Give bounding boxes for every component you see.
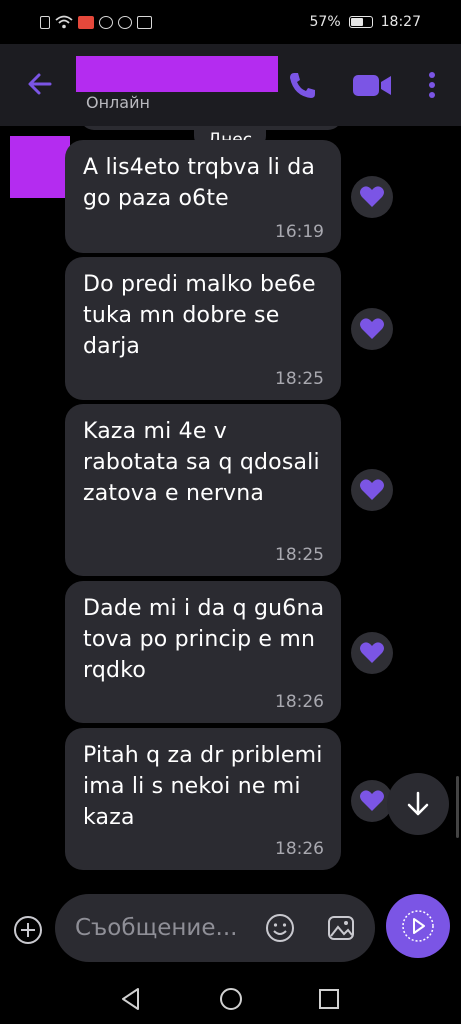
back-arrow-icon[interactable] [24, 68, 56, 100]
message-bubble[interactable]: Do predi malko be6e tuka mn dobre se dar… [65, 257, 341, 400]
video-camera-icon[interactable] [350, 68, 394, 102]
plus-icon[interactable] [12, 914, 44, 946]
status-bar: 57% 18:27 [0, 0, 461, 44]
message-input[interactable] [73, 914, 267, 942]
message-list[interactable]: Днес A lis4eto trqbva li da go paza o6te… [0, 126, 461, 882]
send-button[interactable] [386, 894, 450, 958]
nav-recents-icon[interactable] [316, 986, 342, 1012]
heart-icon [360, 479, 384, 500]
message-bubble[interactable]: Dade mi i da q gu6na tova po princip e m… [65, 581, 341, 723]
status-icons-left [0, 15, 152, 29]
viber-icon [99, 15, 113, 29]
notification-red-icon [78, 15, 94, 29]
message-text: Pitah q za dr priblemi ima li s nekoi ne… [83, 743, 323, 830]
contact-status: Онлайн [86, 93, 150, 112]
like-button[interactable] [351, 469, 393, 511]
avatar[interactable] [10, 136, 70, 198]
battery-percent: 57% [309, 14, 341, 30]
message-time: 18:25 [275, 545, 324, 565]
nav-back-icon[interactable] [118, 986, 144, 1012]
scroll-to-bottom-button[interactable] [387, 773, 449, 835]
chat-header: Онлайн [0, 44, 461, 126]
mail-icon [137, 15, 152, 29]
message-text: Kaza mi 4e v rabotata sa q qdosali zatov… [83, 419, 320, 506]
heart-icon [360, 186, 384, 207]
emoji-icon[interactable] [264, 912, 296, 944]
message-time: 18:25 [275, 369, 324, 389]
sticker-icon[interactable] [325, 912, 357, 944]
wifi-icon [55, 15, 73, 29]
message-input-container[interactable] [55, 894, 375, 962]
compose-bar [0, 882, 461, 972]
status-icons-right: 57% 18:27 [310, 14, 461, 30]
message-text: Dade mi i da q gu6na tova po princip e m… [83, 596, 325, 683]
arrow-down-icon [407, 791, 429, 816]
system-nav-bar [0, 972, 461, 1024]
contact-name-redacted[interactable] [76, 56, 278, 92]
like-button[interactable] [351, 632, 393, 674]
more-vertical-icon[interactable] [420, 68, 444, 102]
viber-icon [118, 15, 132, 29]
message-bubble[interactable]: A lis4eto trqbva li da go paza o6te 16:1… [65, 140, 341, 253]
message-time: 18:26 [275, 692, 324, 712]
battery-icon [348, 16, 373, 28]
message-time: 16:19 [275, 222, 324, 242]
phone-icon[interactable] [285, 68, 319, 102]
nav-home-icon[interactable] [218, 986, 244, 1012]
like-button[interactable] [351, 308, 393, 350]
send-icon [402, 910, 434, 942]
heart-icon [360, 318, 384, 339]
like-button[interactable] [351, 176, 393, 218]
message-text: A lis4eto trqbva li da go paza o6te [83, 155, 316, 211]
message-bubble[interactable]: Pitah q za dr priblemi ima li s nekoi ne… [65, 728, 341, 870]
scrollbar[interactable] [456, 776, 459, 838]
heart-icon [360, 790, 384, 811]
message-bubble[interactable]: Kaza mi 4e v rabotata sa q qdosali zatov… [65, 404, 341, 576]
message-time: 18:26 [275, 839, 324, 859]
message-text: Do predi malko be6e tuka mn dobre se dar… [83, 272, 316, 359]
clock: 18:27 [380, 14, 421, 30]
heart-icon [360, 642, 384, 663]
sim-alert-icon [40, 15, 50, 29]
